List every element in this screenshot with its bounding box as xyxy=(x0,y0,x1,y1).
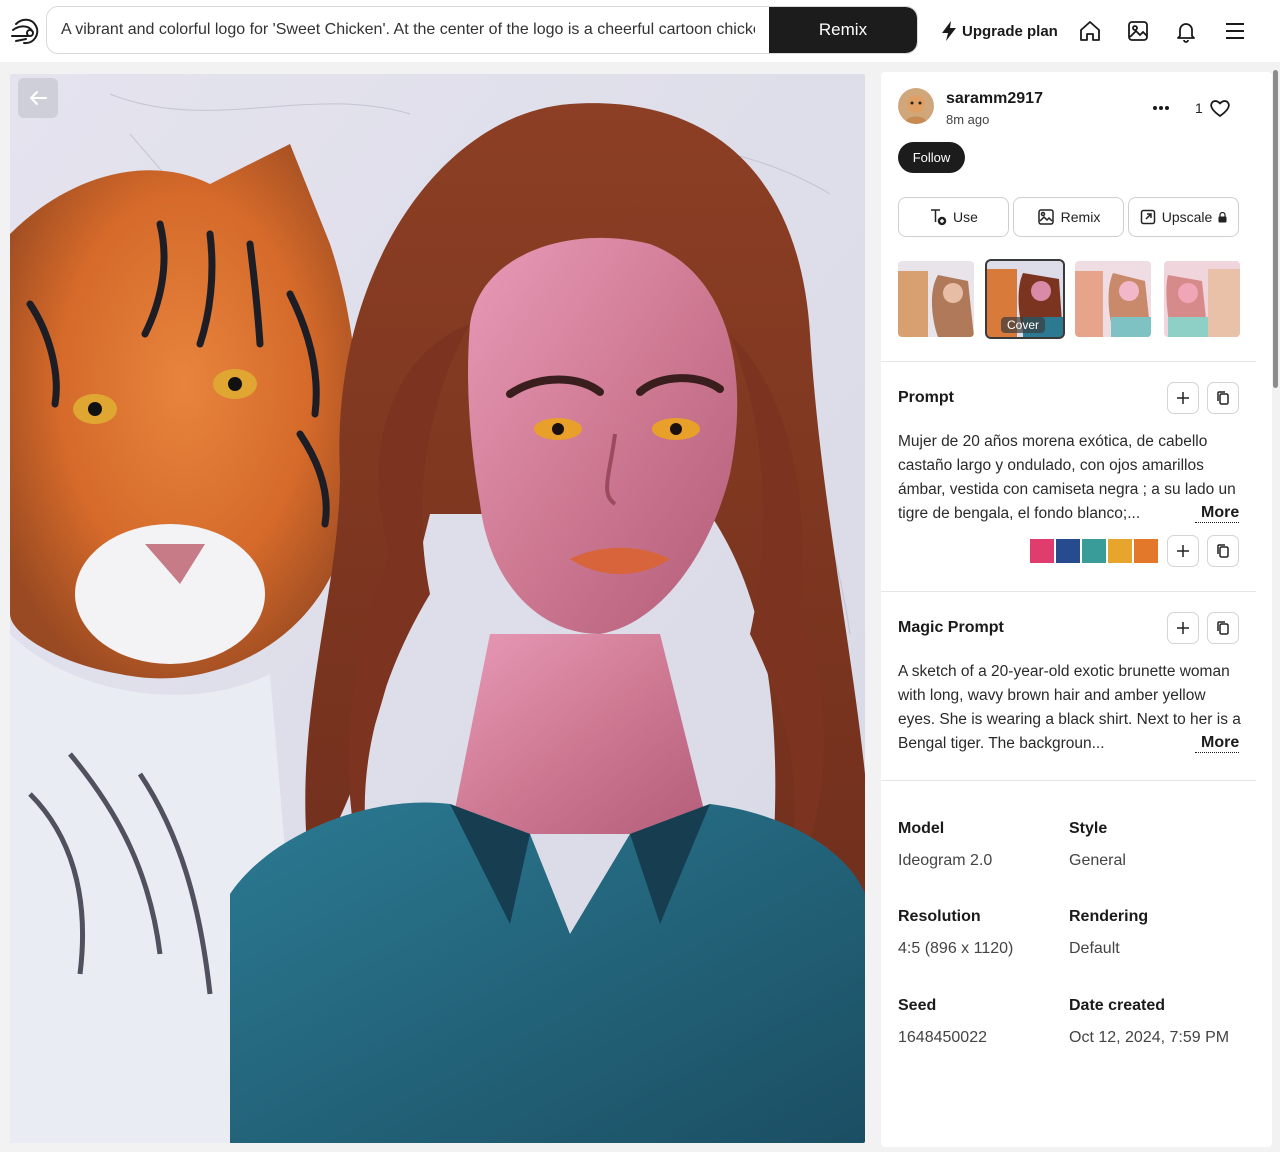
palette-swatch-5[interactable] xyxy=(1134,539,1158,563)
ideogram-logo-icon[interactable] xyxy=(8,14,42,48)
heart-icon[interactable] xyxy=(1208,96,1232,120)
add-prompt-button[interactable] xyxy=(1167,382,1199,414)
like-count: 1 xyxy=(1195,100,1203,116)
remix-submit-button[interactable]: Remix xyxy=(769,7,917,53)
prompt-input[interactable] xyxy=(47,7,769,53)
avatar[interactable] xyxy=(898,88,934,124)
cover-badge: Cover xyxy=(1001,317,1046,333)
post-timestamp: 8m ago xyxy=(946,112,990,127)
remix-button[interactable]: Remix xyxy=(1013,197,1124,237)
seed-value: 1648450022 xyxy=(898,1029,987,1046)
divider xyxy=(881,780,1256,781)
prompt-bar: Remix xyxy=(46,6,918,54)
arrow-left-icon xyxy=(29,91,47,105)
plus-icon xyxy=(1177,392,1189,404)
lightning-icon xyxy=(942,21,956,41)
variation-thumbnail-2[interactable]: Cover xyxy=(985,259,1065,339)
add-palette-button[interactable] xyxy=(1167,535,1199,567)
home-icon[interactable] xyxy=(1075,16,1105,46)
upscale-button[interactable]: Upscale xyxy=(1128,197,1239,237)
model-label: Model xyxy=(898,820,945,837)
add-magic-prompt-button[interactable] xyxy=(1167,612,1199,644)
palette-swatch-4[interactable] xyxy=(1108,539,1132,563)
image-gallery-icon[interactable] xyxy=(1123,16,1153,46)
prompt-heading: Prompt xyxy=(898,389,954,406)
upgrade-plan-button[interactable]: Upgrade plan xyxy=(940,16,1058,46)
prompt-text: Mujer de 20 años morena exótica, de cabe… xyxy=(898,433,1236,522)
username[interactable]: saramm2917 xyxy=(946,90,1043,108)
magic-prompt-heading: Magic Prompt xyxy=(898,619,1004,636)
use-label: Use xyxy=(953,209,978,225)
model-value: Ideogram 2.0 xyxy=(898,852,993,869)
plus-icon xyxy=(1177,622,1189,634)
top-bar: Remix Upgrade plan xyxy=(0,0,1280,62)
remix-label: Remix xyxy=(1060,209,1101,225)
copy-icon xyxy=(1217,621,1229,635)
text-plus-icon xyxy=(931,209,947,226)
magic-prompt-more-link[interactable]: More xyxy=(1195,734,1240,753)
palette-swatch-2[interactable] xyxy=(1056,539,1080,563)
style-value: General xyxy=(1069,852,1126,869)
variation-thumbnail-1[interactable] xyxy=(898,261,974,337)
lock-icon xyxy=(1218,211,1227,222)
date-created-label: Date created xyxy=(1069,997,1166,1014)
more-options-icon[interactable] xyxy=(1149,96,1173,120)
use-button[interactable]: Use xyxy=(898,197,1009,237)
style-label: Style xyxy=(1069,820,1108,837)
copy-magic-prompt-button[interactable] xyxy=(1207,612,1239,644)
resolution-value: 4:5 (896 x 1120) xyxy=(898,940,1014,957)
plus-icon xyxy=(1177,545,1189,557)
divider xyxy=(881,591,1256,592)
palette-swatch-3[interactable] xyxy=(1082,539,1106,563)
resolution-label: Resolution xyxy=(898,908,981,925)
magic-prompt-text: A sketch of a 20-year-old exotic brunett… xyxy=(898,663,1241,752)
rendering-label: Rendering xyxy=(1069,908,1149,925)
page-scrollbar[interactable] xyxy=(1273,70,1278,388)
prompt-more-link[interactable]: More xyxy=(1195,504,1240,523)
seed-label: Seed xyxy=(898,997,937,1014)
back-button[interactable] xyxy=(18,78,58,118)
copy-icon xyxy=(1217,544,1229,558)
menu-hamburger-icon[interactable] xyxy=(1220,16,1250,46)
upscale-icon xyxy=(1140,209,1155,225)
divider xyxy=(881,361,1256,362)
follow-button[interactable]: Follow xyxy=(898,142,965,173)
copy-prompt-button[interactable] xyxy=(1207,382,1239,414)
copy-icon xyxy=(1217,391,1229,405)
upscale-label: Upscale xyxy=(1161,209,1213,225)
copy-palette-button[interactable] xyxy=(1207,535,1239,567)
upgrade-plan-label: Upgrade plan xyxy=(962,22,1058,40)
variation-thumbnail-3[interactable] xyxy=(1075,261,1151,337)
remix-image-icon xyxy=(1037,209,1054,225)
variation-thumbnail-4[interactable] xyxy=(1164,261,1240,337)
notifications-bell-icon[interactable] xyxy=(1171,16,1201,46)
generated-image[interactable] xyxy=(10,74,865,1143)
palette-swatch-1[interactable] xyxy=(1030,539,1054,563)
date-created-value: Oct 12, 2024, 7:59 PM xyxy=(1069,1029,1230,1046)
rendering-value: Default xyxy=(1069,940,1120,957)
image-details-panel: saramm2917 8m ago 1 Follow Use Remix Ups… xyxy=(881,72,1272,1147)
